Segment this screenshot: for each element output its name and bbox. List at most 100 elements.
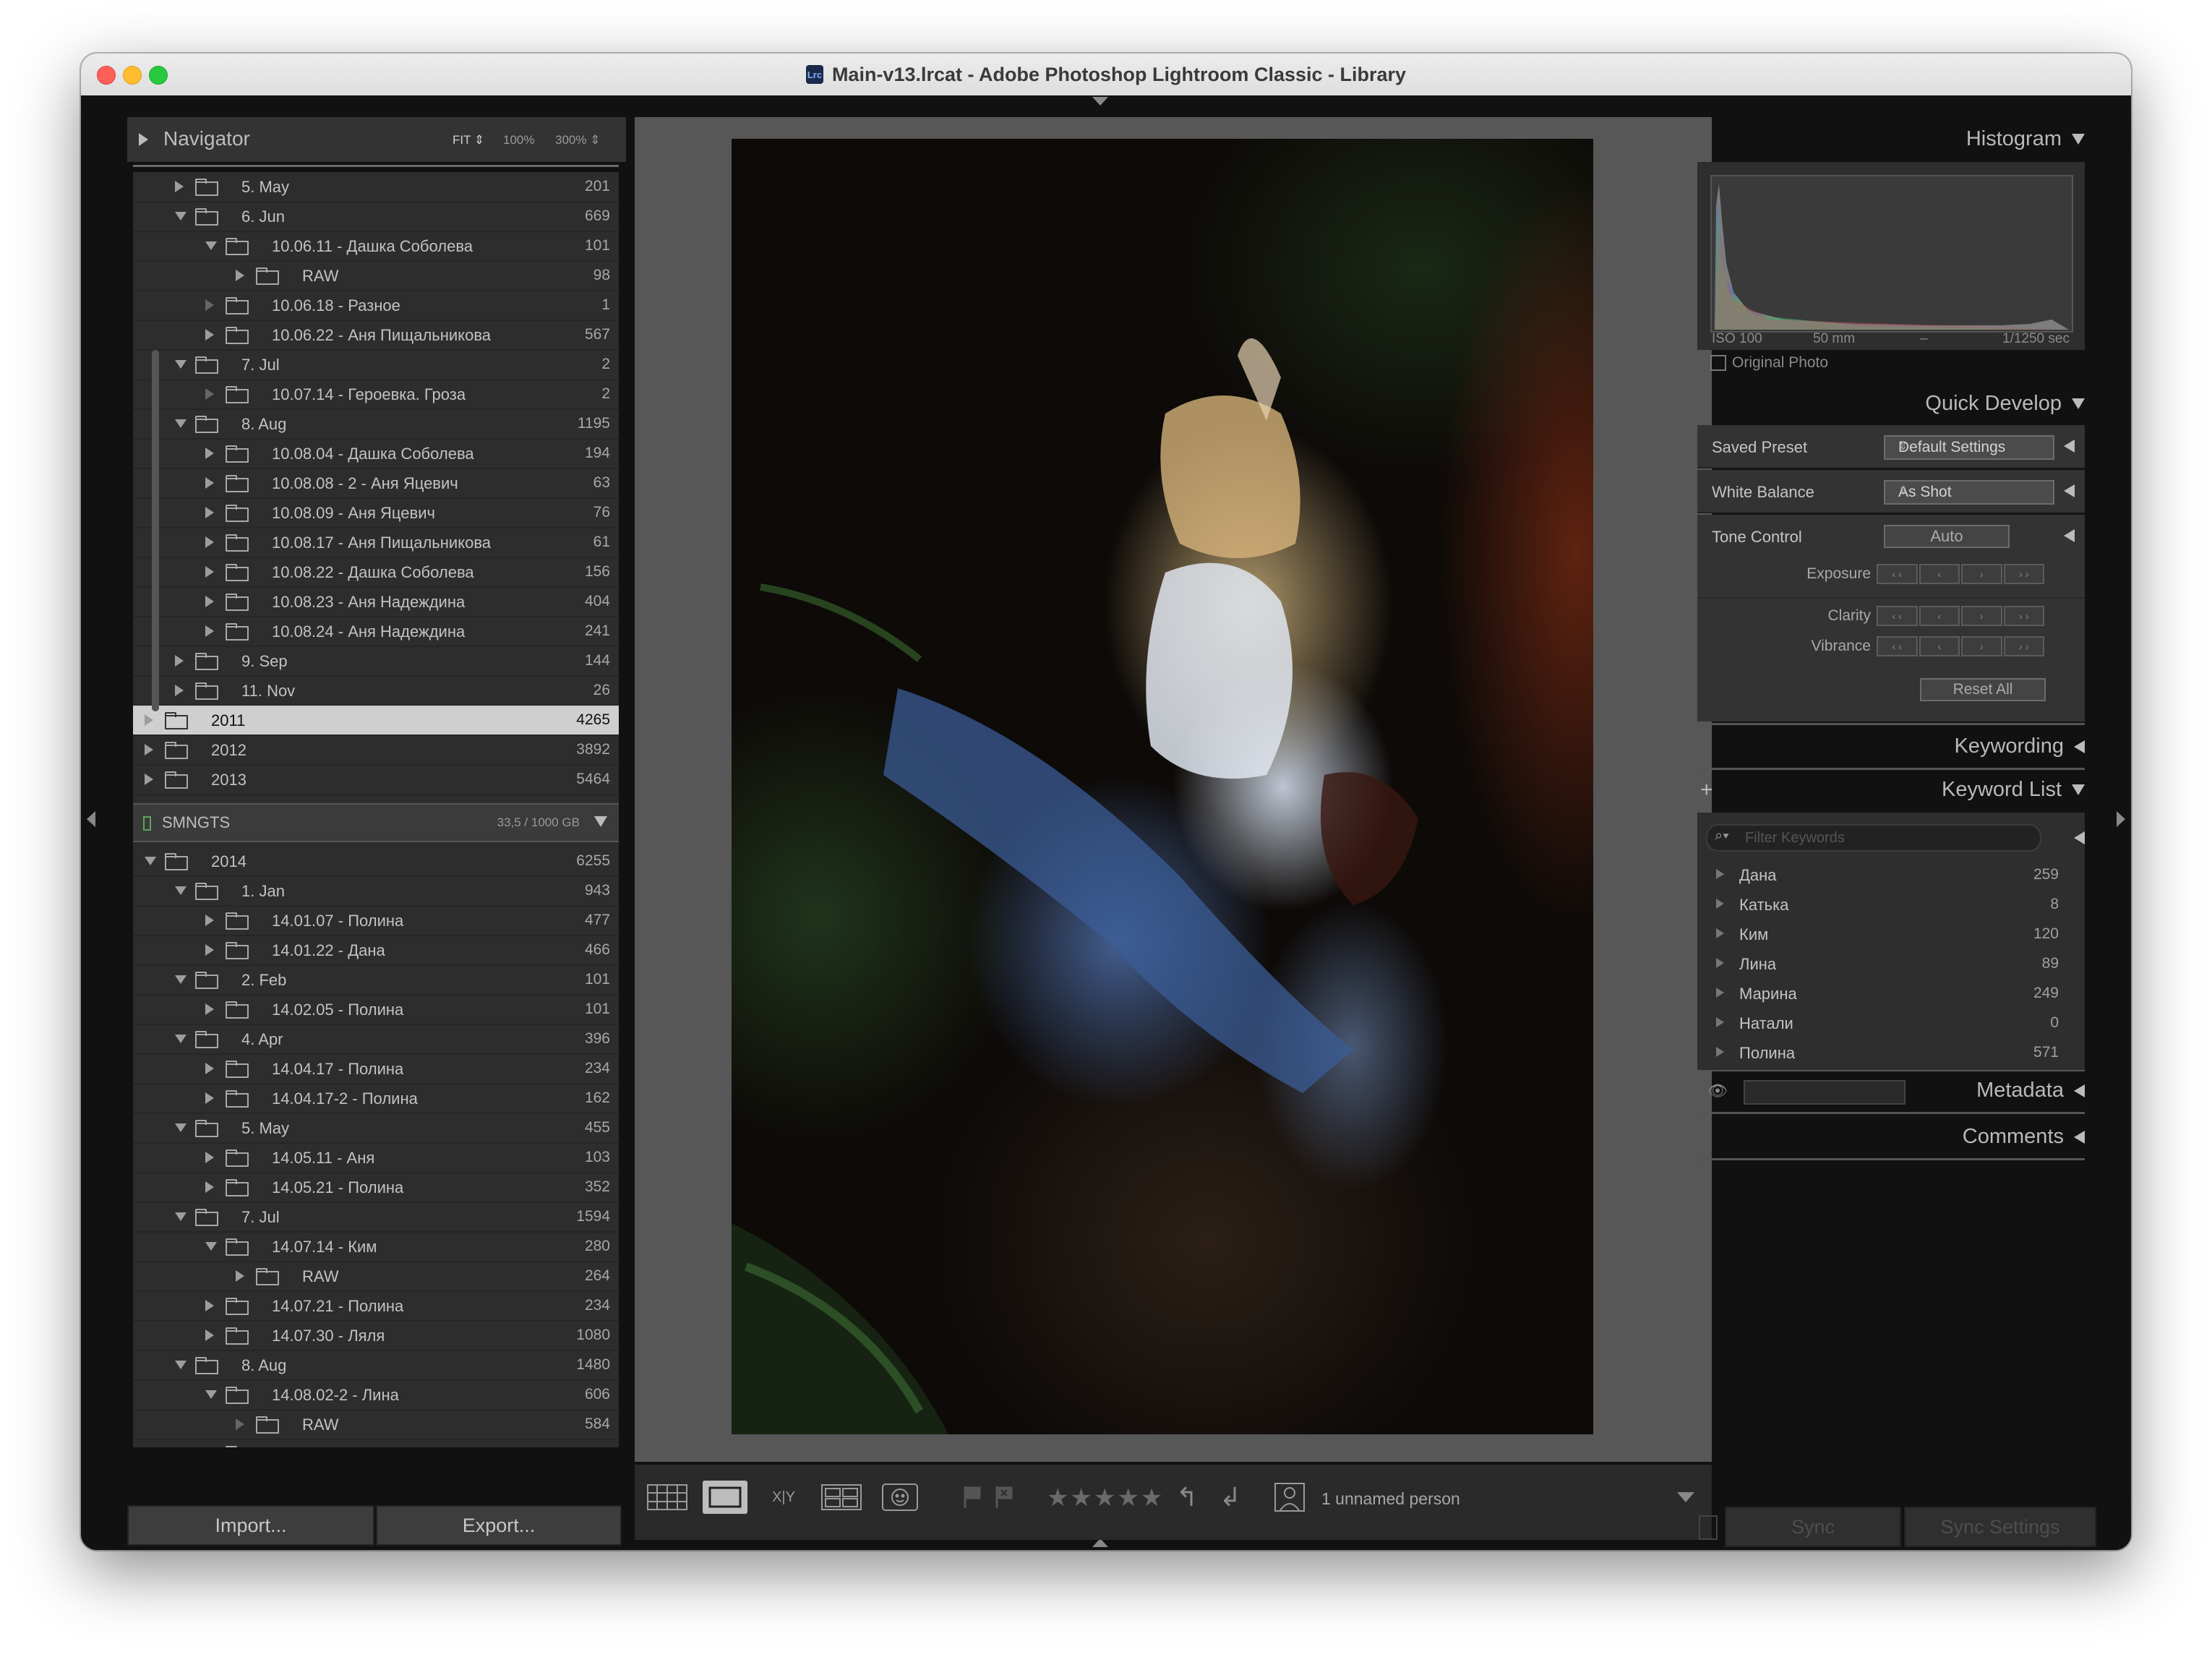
zoom-300-option[interactable]: 300% ⇕ [555, 133, 600, 147]
folder-row[interactable]: 10.08.23 - Аня Надеждина 404 [133, 587, 619, 617]
vibrance-decrease-small[interactable]: ‹ [1919, 636, 1960, 656]
expand-triangle-icon[interactable] [145, 714, 153, 726]
clarity-steppers[interactable]: ‹ ‹ ‹ › › › [1877, 606, 2044, 626]
keyword-filter-input[interactable]: ⌕▾ Filter Keywords [1706, 824, 2041, 852]
folder-row[interactable]: 14.08.02-3 - Город. Улицы 9 [133, 1439, 619, 1447]
expand-triangle-icon[interactable] [1716, 869, 1724, 879]
keyword-list-header[interactable]: Keyword List [1942, 778, 2085, 802]
keyword-row[interactable]: Катька 8 [1697, 890, 2085, 919]
folder-row[interactable]: RAW 584 [133, 1410, 619, 1440]
volume-menu-icon[interactable] [594, 816, 607, 827]
folder-row[interactable]: 2011 4265 [133, 706, 619, 736]
expand-tone-control-icon[interactable] [2064, 529, 2075, 542]
navigator-header[interactable]: Navigator FIT ⇕ 100% 300% ⇕ [127, 117, 626, 162]
expand-triangle-icon[interactable] [205, 299, 214, 311]
folder-row[interactable]: 14.01.22 - Дана 466 [133, 935, 619, 966]
expand-triangle-icon[interactable] [205, 944, 214, 956]
folder-row[interactable]: 7. Jul 2 [133, 350, 619, 380]
folders-tree[interactable]: 5. May 201 6. Jun 669 10.06.11 - Дашка Собол… [133, 172, 619, 1447]
expand-triangle-icon[interactable] [205, 915, 214, 926]
zoom-100-option[interactable]: 100% [503, 133, 534, 147]
rotate-right-button[interactable]: ↲ [1213, 1481, 1248, 1514]
star-rating[interactable]: ★★★★★ [1047, 1483, 1164, 1512]
folder-row[interactable]: 14.07.30 - Ляля 1080 [133, 1321, 619, 1351]
folder-row[interactable]: 2014 6255 [133, 847, 619, 877]
collapse-triangle-icon[interactable] [205, 241, 217, 250]
expand-triangle-icon[interactable] [175, 655, 184, 667]
expand-comments-icon[interactable] [2074, 1130, 2085, 1144]
reset-all-button[interactable]: Reset All [1920, 678, 2046, 701]
folder-row[interactable]: 14.07.14 - Ким 280 [133, 1232, 619, 1262]
exposure-increase-large[interactable]: › › [2003, 564, 2044, 584]
folder-row[interactable]: 6. Jun 669 [133, 202, 619, 232]
metadata-header-label[interactable]: Metadata [1976, 1079, 2085, 1102]
folder-row[interactable]: 10.08.09 - Аня Яцевич 76 [133, 498, 619, 528]
folder-row[interactable]: 10.07.14 - Героевка. Гроза 2 [133, 380, 619, 410]
folder-row[interactable]: 4. Apr 396 [133, 1024, 619, 1055]
expand-triangle-icon[interactable] [205, 448, 214, 459]
keywording-header[interactable]: Keywording [1954, 735, 2085, 758]
keyword-row[interactable]: Полина 571 [1697, 1038, 2085, 1067]
collapse-triangle-icon[interactable] [175, 360, 187, 369]
clarity-increase-small[interactable]: › [1961, 606, 2002, 626]
expand-triangle-icon[interactable] [205, 329, 214, 341]
draw-face-region-button[interactable] [1271, 1481, 1308, 1514]
folder-row[interactable]: 9. Sep 144 [133, 646, 619, 677]
folder-row[interactable]: 5. May 201 [133, 172, 619, 202]
collapse-triangle-icon[interactable] [205, 1390, 217, 1399]
zoom-fit-option[interactable]: FIT ⇕ [453, 133, 484, 147]
folder-row[interactable]: 2012 3892 [133, 735, 619, 766]
main-photo[interactable] [732, 139, 1593, 1434]
collapse-triangle-icon[interactable] [145, 857, 156, 865]
expand-triangle-icon[interactable] [205, 625, 214, 637]
sync-settings-button[interactable]: Sync Settings [1904, 1507, 2096, 1547]
collapse-top-panel-icon[interactable] [1092, 97, 1108, 106]
folder-row[interactable]: 14.04.17 - Полина 234 [133, 1054, 619, 1084]
white-balance-select[interactable]: As Shot ⇕ [1884, 480, 2054, 505]
folder-row[interactable]: 14.05.21 - Полина 352 [133, 1173, 619, 1203]
expand-white-balance-icon[interactable] [2064, 484, 2075, 497]
keyword-row[interactable]: Дана 259 [1697, 860, 2085, 889]
folder-row[interactable]: 14.02.05 - Полина 101 [133, 995, 619, 1025]
histogram-header[interactable]: Histogram [1966, 127, 2085, 151]
folder-row[interactable]: 14.01.07 - Полина 477 [133, 906, 619, 936]
expand-triangle-icon[interactable] [205, 1330, 214, 1341]
import-button[interactable]: Import... [127, 1505, 374, 1546]
folder-row[interactable]: 10.08.08 - 2 - Аня Яцевич 63 [133, 468, 619, 499]
vibrance-decrease-large[interactable]: ‹ ‹ [1877, 636, 1918, 656]
expand-triangle-icon[interactable] [205, 1181, 214, 1193]
expand-triangle-icon[interactable] [175, 685, 184, 696]
auto-sync-switch[interactable] [1699, 1515, 1718, 1540]
expand-triangle-icon[interactable] [1716, 1017, 1724, 1027]
expand-triangle-icon[interactable] [175, 181, 184, 192]
folder-row[interactable]: 14.08.02-2 - Лина 606 [133, 1380, 619, 1410]
collapse-triangle-icon[interactable] [175, 1361, 187, 1369]
folder-row[interactable]: 10.08.04 - Дашка Соболева 194 [133, 439, 619, 469]
collapse-triangle-icon[interactable] [175, 1035, 187, 1043]
folder-row[interactable]: 11. Nov 26 [133, 676, 619, 706]
folder-row[interactable]: 1. Jan 943 [133, 876, 619, 907]
folder-row[interactable]: 10.06.22 - Аня Пищальникова 567 [133, 320, 619, 351]
keyword-row[interactable]: Натали 0 [1697, 1009, 2085, 1037]
exposure-increase-small[interactable]: › [1961, 564, 2002, 584]
expand-triangle-icon[interactable] [205, 477, 214, 489]
expand-triangle-icon[interactable] [145, 744, 153, 755]
folder-row[interactable]: 10.06.18 - Разное 1 [133, 291, 619, 321]
expand-triangle-icon[interactable] [205, 1063, 214, 1074]
vibrance-steppers[interactable]: ‹ ‹ ‹ › › › [1877, 636, 2044, 656]
folder-row[interactable]: 7. Jul 1594 [133, 1202, 619, 1233]
add-keyword-button[interactable]: + [1700, 778, 1713, 802]
expand-triangle-icon[interactable] [1716, 1047, 1724, 1057]
expand-triangle-icon[interactable] [205, 1092, 214, 1104]
original-photo-toggle[interactable]: Original Photo [1710, 354, 1828, 372]
folder-row[interactable]: 10.08.24 - Аня Надеждина 241 [133, 617, 619, 647]
folder-row[interactable]: 10.06.11 - Дашка Соболева 101 [133, 231, 619, 262]
auto-tone-button[interactable]: Auto [1884, 525, 2010, 548]
folders-scrollbar[interactable] [152, 350, 159, 711]
expand-triangle-icon[interactable] [205, 1003, 214, 1015]
expand-triangle-icon[interactable] [1716, 988, 1724, 998]
original-photo-checkbox[interactable] [1710, 355, 1726, 371]
expand-metadata-icon[interactable] [2074, 1084, 2085, 1097]
exposure-decrease-small[interactable]: ‹ [1919, 564, 1960, 584]
folder-row[interactable]: RAW 98 [133, 261, 619, 291]
